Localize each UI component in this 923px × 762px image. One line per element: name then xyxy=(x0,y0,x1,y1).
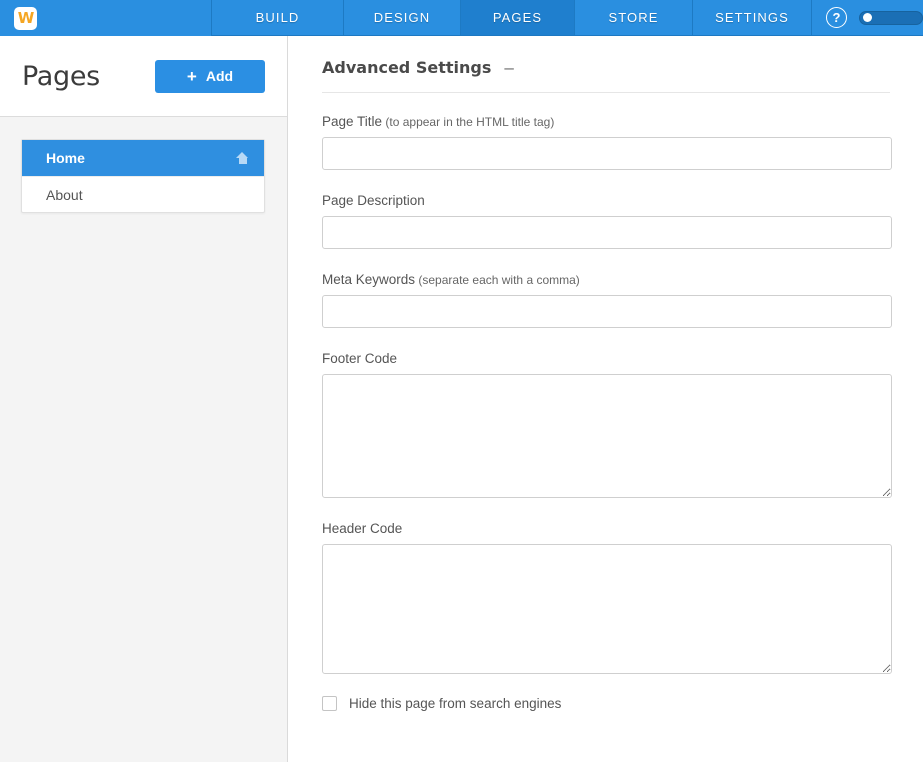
header-code-label-text: Header Code xyxy=(322,521,403,536)
field-footer-code: Footer Code xyxy=(322,351,892,498)
advanced-settings-panel: Advanced Settings – Page Title (to appea… xyxy=(289,36,923,762)
field-page-description: Page Description xyxy=(322,193,892,249)
weebly-logo-icon[interactable]: W xyxy=(14,6,37,30)
add-page-button[interactable]: + Add xyxy=(155,59,265,93)
field-page-title: Page Title (to appear in the HTML title … xyxy=(322,114,892,170)
collapse-minus-icon[interactable]: – xyxy=(504,59,513,76)
hide-from-search-label: Hide this page from search engines xyxy=(349,696,562,711)
sidebar-item-home[interactable]: Home xyxy=(22,140,264,176)
tab-settings[interactable]: SETTINGS xyxy=(693,0,812,35)
field-header-code: Header Code xyxy=(322,521,892,674)
meta-keywords-label-text: Meta Keywords xyxy=(322,272,416,287)
section-header: Advanced Settings – xyxy=(289,36,923,77)
plus-icon: + xyxy=(186,66,197,86)
tab-design[interactable]: DESIGN xyxy=(344,0,461,35)
header-code-label: Header Code xyxy=(322,521,892,536)
page-title-label-text: Page Title xyxy=(322,114,383,129)
sidebar-item-about[interactable]: About xyxy=(22,176,264,212)
tab-build[interactable]: BUILD xyxy=(212,0,344,35)
sidebar-item-about-label: About xyxy=(46,186,83,203)
pages-sidebar: Pages + Add Home About xyxy=(0,36,288,762)
home-icon xyxy=(235,151,250,165)
field-meta-keywords: Meta Keywords (separate each with a comm… xyxy=(322,272,892,328)
page-list: Home About xyxy=(21,139,265,213)
tab-store[interactable]: STORE xyxy=(575,0,693,35)
meta-keywords-input[interactable] xyxy=(322,295,892,328)
page-description-label-text: Page Description xyxy=(322,193,425,208)
sidebar-header: Pages + Add xyxy=(0,36,287,117)
add-page-button-label: Add xyxy=(205,68,234,84)
page-description-label: Page Description xyxy=(322,193,892,208)
page-description-input[interactable] xyxy=(322,216,892,249)
meta-keywords-label-hint: (separate each with a comma) xyxy=(415,273,580,287)
page-title-label: Page Title (to appear in the HTML title … xyxy=(322,114,892,129)
meta-keywords-label: Meta Keywords (separate each with a comm… xyxy=(322,272,892,287)
header-code-textarea[interactable] xyxy=(322,544,892,674)
section-divider xyxy=(322,92,890,93)
nav-right-utilities: ? xyxy=(812,0,923,35)
logo-cell: W xyxy=(0,0,212,36)
tab-pages[interactable]: PAGES xyxy=(461,0,575,35)
section-title: Advanced Settings xyxy=(322,58,492,77)
advanced-settings-form: Page Title (to appear in the HTML title … xyxy=(289,114,923,725)
footer-code-label-text: Footer Code xyxy=(322,351,398,366)
footer-code-textarea[interactable] xyxy=(322,374,892,498)
hide-from-search-row: Hide this page from search engines xyxy=(322,696,892,725)
page-title-label-hint: (to appear in the HTML title tag) xyxy=(382,115,555,129)
footer-code-label: Footer Code xyxy=(322,351,892,366)
top-navigation-bar: W BUILD DESIGN PAGES STORE SETTINGS ? xyxy=(0,0,923,36)
help-question-circle-icon[interactable]: ? xyxy=(826,7,847,28)
hide-from-search-checkbox[interactable] xyxy=(322,696,337,711)
edge-toggle-handle[interactable] xyxy=(863,13,872,22)
page-title: Pages xyxy=(22,60,100,92)
edge-toggle-pill[interactable] xyxy=(859,10,923,25)
sidebar-item-home-label: Home xyxy=(46,150,85,166)
page-title-input[interactable] xyxy=(322,137,892,170)
